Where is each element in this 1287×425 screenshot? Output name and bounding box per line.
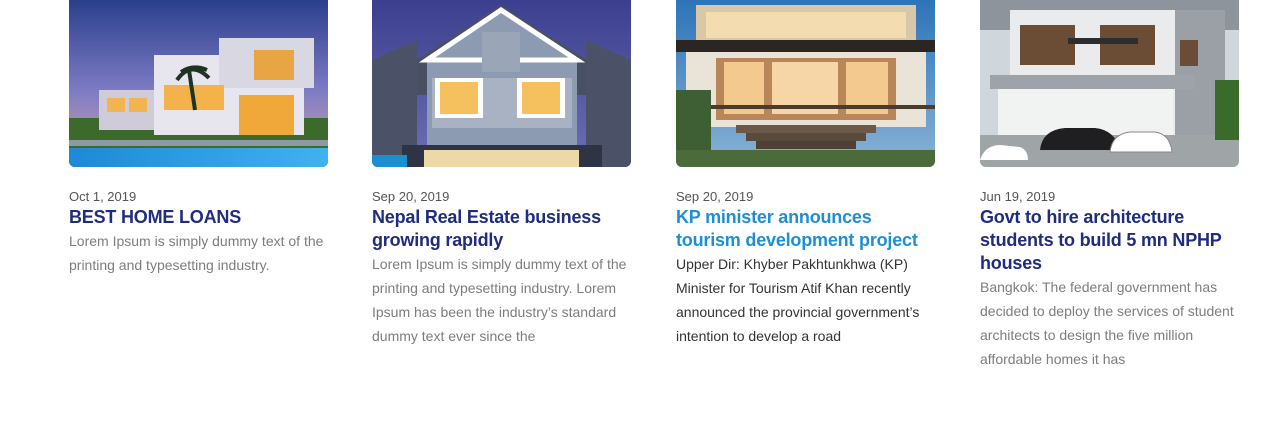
post-excerpt: Upper Dir: Khyber Pakhtunkhwa (KP) Minis… bbox=[676, 256, 920, 344]
post-excerpt: Bangkok: The federal government has deci… bbox=[980, 279, 1234, 367]
post-date: Oct 1, 2019 bbox=[69, 189, 137, 204]
post-title-link[interactable]: BEST HOME LOANS bbox=[69, 206, 328, 229]
news-card: Jun 19, 2019 Govt to hire architecture s… bbox=[980, 0, 1239, 371]
post-date: Sep 20, 2019 bbox=[676, 189, 754, 204]
news-card: Sep 20, 2019 Nepal Real Estate business … bbox=[372, 0, 631, 348]
post-title-link[interactable]: KP minister announces tourism developmen… bbox=[676, 206, 935, 252]
news-card: Sep 20, 2019 KP minister announces touri… bbox=[676, 0, 935, 348]
modern-villa-dusk-photo bbox=[69, 0, 328, 167]
post-excerpt: Lorem Ipsum is simply dummy text of the … bbox=[372, 256, 627, 344]
news-card-image-link[interactable] bbox=[372, 0, 631, 167]
post-date: Jun 19, 2019 bbox=[980, 189, 1056, 204]
news-card: Oct 1, 2019 BEST HOME LOANS Lorem Ipsum … bbox=[69, 0, 328, 277]
post-excerpt: Lorem Ipsum is simply dummy text of the … bbox=[69, 233, 324, 273]
townhouse-garage-cars-photo bbox=[980, 0, 1239, 167]
post-title-link[interactable]: Govt to hire architecture students to bu… bbox=[980, 206, 1239, 275]
post-title-link[interactable]: Nepal Real Estate business growing rapid… bbox=[372, 206, 631, 252]
news-card-image-link[interactable] bbox=[69, 0, 328, 167]
news-grid: Oct 1, 2019 BEST HOME LOANS Lorem Ipsum … bbox=[0, 0, 1287, 425]
news-card-image-link[interactable] bbox=[676, 0, 935, 167]
news-card-image-link[interactable] bbox=[980, 0, 1239, 167]
gabled-house-photo bbox=[372, 0, 631, 167]
two-storey-house-porch-photo bbox=[676, 0, 935, 167]
post-date: Sep 20, 2019 bbox=[372, 189, 450, 204]
